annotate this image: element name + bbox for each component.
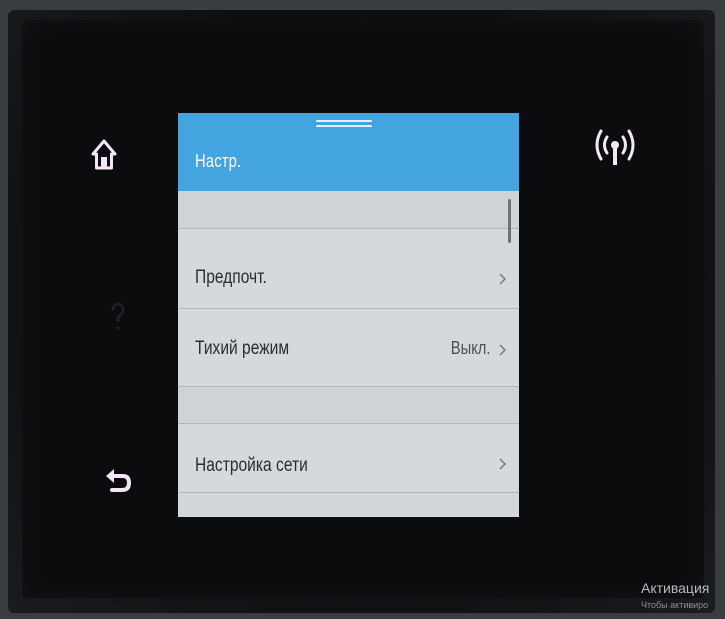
list-item-label: Тихий режим xyxy=(195,338,290,359)
activation-watermark: Активация xyxy=(641,580,710,596)
chevron-right-icon xyxy=(499,273,507,285)
back-arrow-icon xyxy=(106,469,132,492)
list-item-blank xyxy=(178,387,519,424)
list-item-label: Предпочт. xyxy=(195,267,267,288)
help-button[interactable] xyxy=(108,300,128,334)
handle-line xyxy=(316,125,372,127)
list-item-label: Настройка сети xyxy=(195,455,308,476)
list-item-network-setup[interactable]: Настройка сети xyxy=(178,424,519,493)
activation-watermark-sub: Чтобы активиро xyxy=(641,600,709,610)
wireless-button[interactable] xyxy=(593,125,637,173)
home-button[interactable] xyxy=(89,135,119,175)
chevron-right-icon xyxy=(499,344,507,356)
home-icon xyxy=(91,139,117,170)
scrollbar[interactable] xyxy=(508,199,511,243)
touch-screen: Настр. Предпочт. Тихий режим Выкл. Настр… xyxy=(178,113,519,517)
back-button[interactable] xyxy=(102,463,134,497)
screen-header: Настр. xyxy=(178,113,519,191)
chevron-right-icon xyxy=(499,458,507,470)
list-item-quiet-mode[interactable]: Тихий режим Выкл. xyxy=(178,309,519,387)
screen-title: Настр. xyxy=(195,151,242,171)
list-item-blank xyxy=(178,191,519,229)
handle-line xyxy=(316,120,372,122)
list-item-preferences[interactable]: Предпочт. xyxy=(178,229,519,309)
wireless-icon xyxy=(595,129,635,165)
pull-down-handle[interactable] xyxy=(316,120,372,130)
help-icon xyxy=(111,302,125,330)
quiet-mode-value: Выкл. xyxy=(451,338,491,358)
